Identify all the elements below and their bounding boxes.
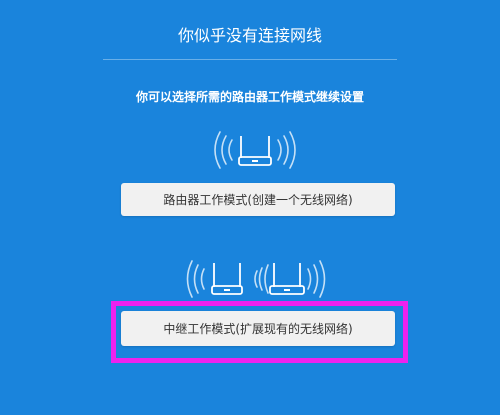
page-title: 你似乎没有连接网线 bbox=[177, 26, 322, 45]
page-subtitle: 你可以选择所需的路由器工作模式继续设置 bbox=[135, 90, 364, 104]
repeater-icon bbox=[186, 260, 326, 298]
router-icon bbox=[214, 131, 296, 169]
selection-highlight bbox=[111, 301, 408, 363]
router-mode-button[interactable]: 路由器工作模式(创建一个无线网络) bbox=[121, 183, 395, 216]
title-divider bbox=[103, 59, 397, 60]
